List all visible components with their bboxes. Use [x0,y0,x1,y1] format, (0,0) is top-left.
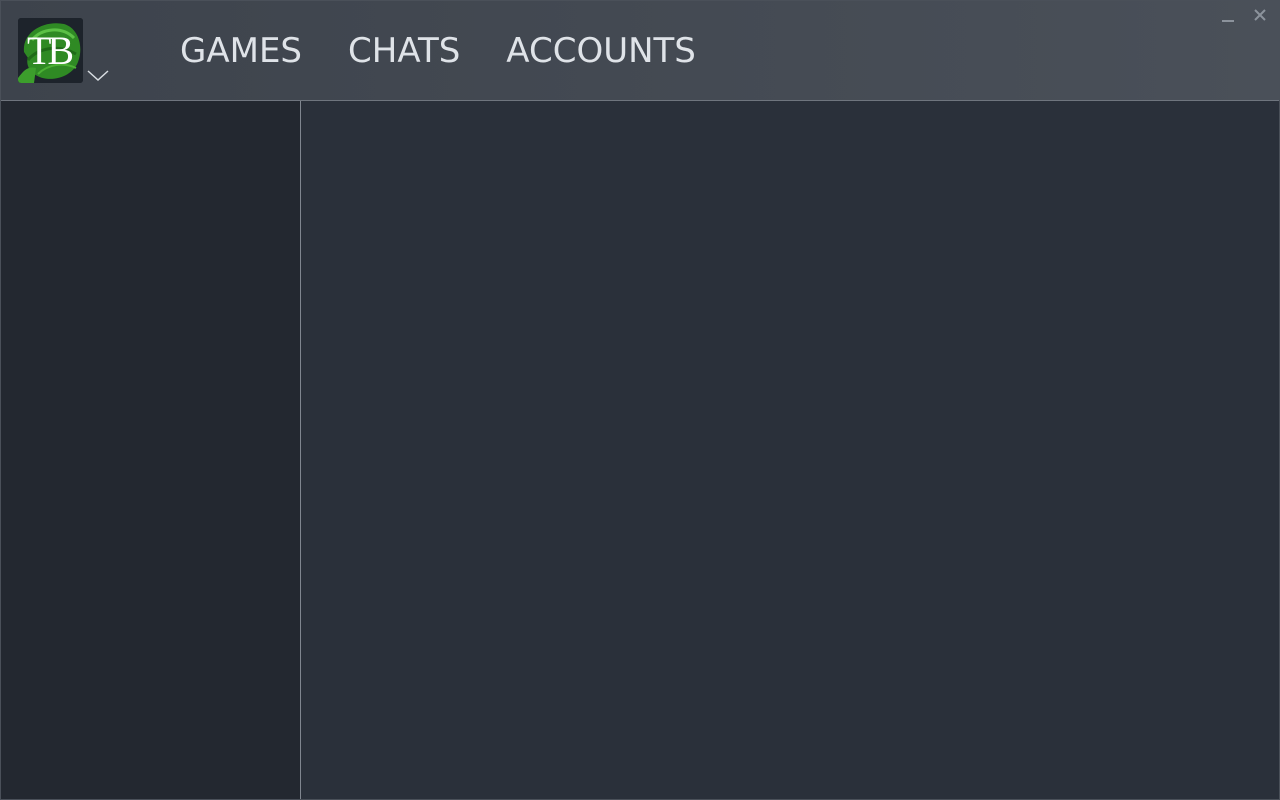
app-window: TB GAMES CHATS ACCOUNTS [0,0,1280,800]
content-area [301,101,1279,799]
nav-accounts[interactable]: ACCOUNTS [506,29,696,73]
window-controls [1219,6,1269,24]
minimize-icon[interactable] [1219,6,1237,24]
nav-chats[interactable]: CHATS [348,29,460,73]
close-icon[interactable] [1251,6,1269,24]
chevron-down-icon[interactable] [86,67,110,83]
app-logo[interactable]: TB [18,18,83,83]
top-bar: TB GAMES CHATS ACCOUNTS [1,1,1279,101]
sidebar-panel [1,101,301,799]
main-nav: GAMES CHATS ACCOUNTS [180,29,742,73]
nav-games[interactable]: GAMES [180,29,302,73]
logo-text: TB [26,28,74,73]
